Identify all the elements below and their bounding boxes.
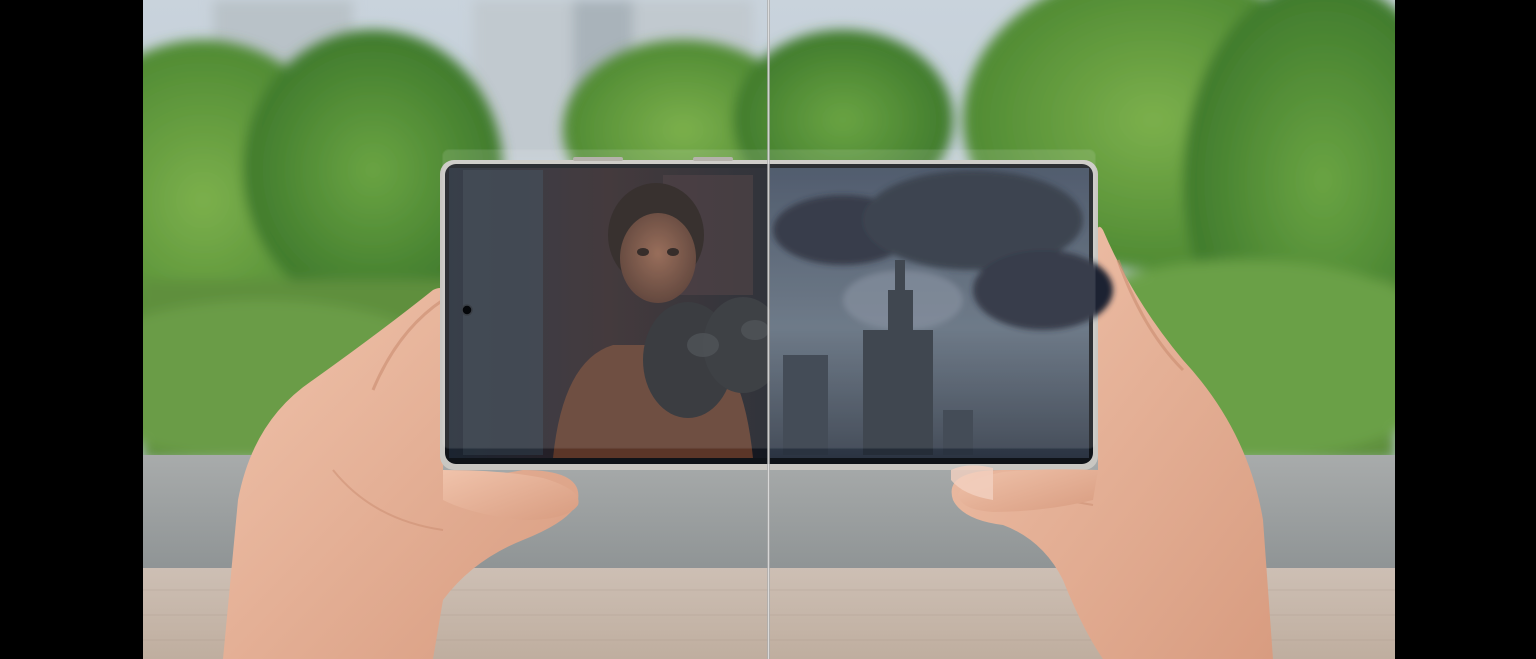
comparison-slider-handle[interactable] xyxy=(767,0,770,659)
letterbox-left xyxy=(0,0,143,659)
phone xyxy=(440,149,1113,470)
comparison-stage xyxy=(0,0,1536,659)
front-camera-icon xyxy=(461,304,473,316)
letterbox-right xyxy=(1395,0,1536,659)
